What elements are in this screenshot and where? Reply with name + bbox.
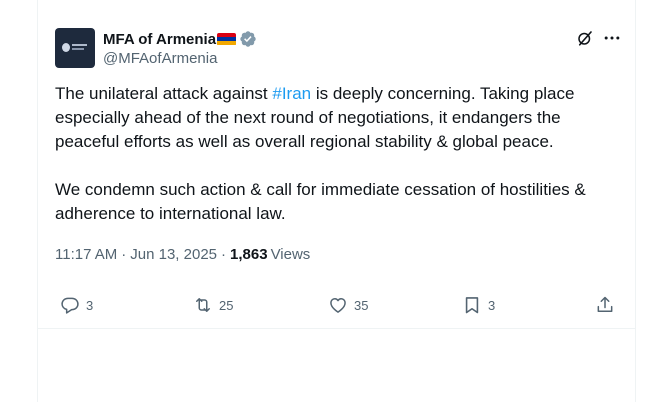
tweet: MFA of Armenia @MFAofArmenia The unilate… <box>38 0 635 329</box>
bookmark-count: 3 <box>488 297 496 313</box>
meta-separator: · <box>121 245 127 263</box>
grok-icon[interactable] <box>576 29 594 47</box>
tweet-date[interactable]: Jun 13, 2025 <box>130 246 217 263</box>
meta-separator: · <box>221 245 227 263</box>
share-icon <box>597 296 613 312</box>
tweet-paragraph-2: We condemn such action & call for immedi… <box>55 180 586 223</box>
reply-button[interactable]: 3 <box>60 294 93 316</box>
tweet-text: The unilateral attack against #Iran is d… <box>55 82 620 226</box>
hashtag-link[interactable]: #Iran <box>272 84 311 103</box>
like-count: 35 <box>354 297 369 313</box>
repost-button[interactable]: 25 <box>193 294 233 316</box>
armenia-flag-icon <box>217 32 237 46</box>
tweet-meta: 11:17 AM · Jun 13, 2025 · 1,863 Views <box>55 244 310 264</box>
share-button[interactable] <box>595 294 615 316</box>
heart-icon <box>330 298 346 313</box>
avatar[interactable] <box>55 28 95 68</box>
avatar-emblem <box>62 43 70 52</box>
like-button[interactable]: 35 <box>328 294 368 316</box>
views-count: 1,863 <box>230 245 268 263</box>
tweet-card: MFA of Armenia @MFAofArmenia The unilate… <box>37 0 636 402</box>
tweet-paragraph-1: The unilateral attack against #Iran is d… <box>55 84 575 151</box>
views-label: Views <box>270 245 311 263</box>
action-bar: 3 25 35 3 <box>38 290 635 320</box>
account-handle[interactable]: @MFAofArmenia <box>103 50 217 67</box>
author-name-row: MFA of Armenia <box>103 29 257 49</box>
repost-count: 25 <box>219 297 234 313</box>
reply-count: 3 <box>86 297 94 313</box>
tweet-time[interactable]: 11:17 AM <box>55 246 117 263</box>
bookmark-button[interactable]: 3 <box>462 294 495 316</box>
verified-badge-icon <box>240 31 256 47</box>
repost-icon <box>196 298 210 312</box>
reply-icon <box>61 297 79 314</box>
bookmark-icon <box>465 297 479 314</box>
display-name[interactable]: MFA of Armenia <box>103 31 216 48</box>
more-icon[interactable] <box>602 28 622 48</box>
